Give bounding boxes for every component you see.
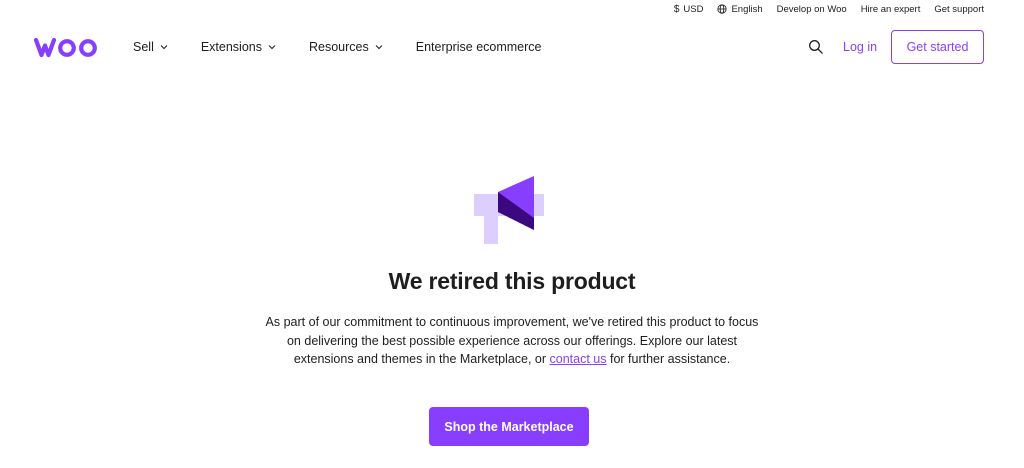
get-support-link[interactable]: Get support — [934, 4, 984, 15]
nav-enterprise-ecommerce[interactable]: Enterprise ecommerce — [416, 40, 542, 54]
login-link[interactable]: Log in — [843, 30, 877, 64]
get-started-button[interactable]: Get started — [891, 30, 984, 64]
nav-sell-label: Sell — [133, 40, 154, 54]
nav-resources-label: Resources — [309, 40, 369, 54]
contact-us-link[interactable]: contact us — [550, 352, 607, 366]
nav-resources[interactable]: Resources — [309, 40, 383, 54]
chevron-down-icon — [160, 45, 168, 50]
nav-enterprise-label: Enterprise ecommerce — [415, 40, 542, 54]
nav-extensions[interactable]: Extensions — [201, 40, 276, 54]
currency-selector[interactable]: $ USD — [674, 4, 704, 15]
hire-expert-link[interactable]: Hire an expert — [861, 4, 921, 15]
page-title: We retired this product — [388, 268, 636, 294]
utility-bar: $ USD English Develop on Woo Hire an exp… — [674, 0, 984, 18]
currency-label: USD — [683, 3, 704, 15]
shop-marketplace-button[interactable]: Shop the Marketplace — [429, 407, 589, 446]
search-icon[interactable] — [808, 39, 824, 55]
description-text-end: for further assistance. — [606, 352, 731, 366]
main-navigation: Sell Extensions Resources Enterprise eco… — [0, 30, 1024, 64]
retired-description: As part of our commitment to continuous … — [262, 313, 762, 369]
megaphone-icon — [474, 176, 544, 244]
woo-logo[interactable] — [34, 36, 100, 58]
nav-extensions-label: Extensions — [200, 40, 262, 54]
language-label: English — [731, 3, 763, 15]
dollar-icon: $ — [673, 3, 680, 15]
chevron-down-icon — [268, 45, 276, 50]
nav-sell[interactable]: Sell — [133, 40, 168, 54]
globe-icon — [717, 4, 728, 14]
chevron-down-icon — [375, 45, 383, 50]
language-selector[interactable]: English — [717, 3, 763, 15]
develop-link[interactable]: Develop on Woo — [777, 4, 847, 15]
